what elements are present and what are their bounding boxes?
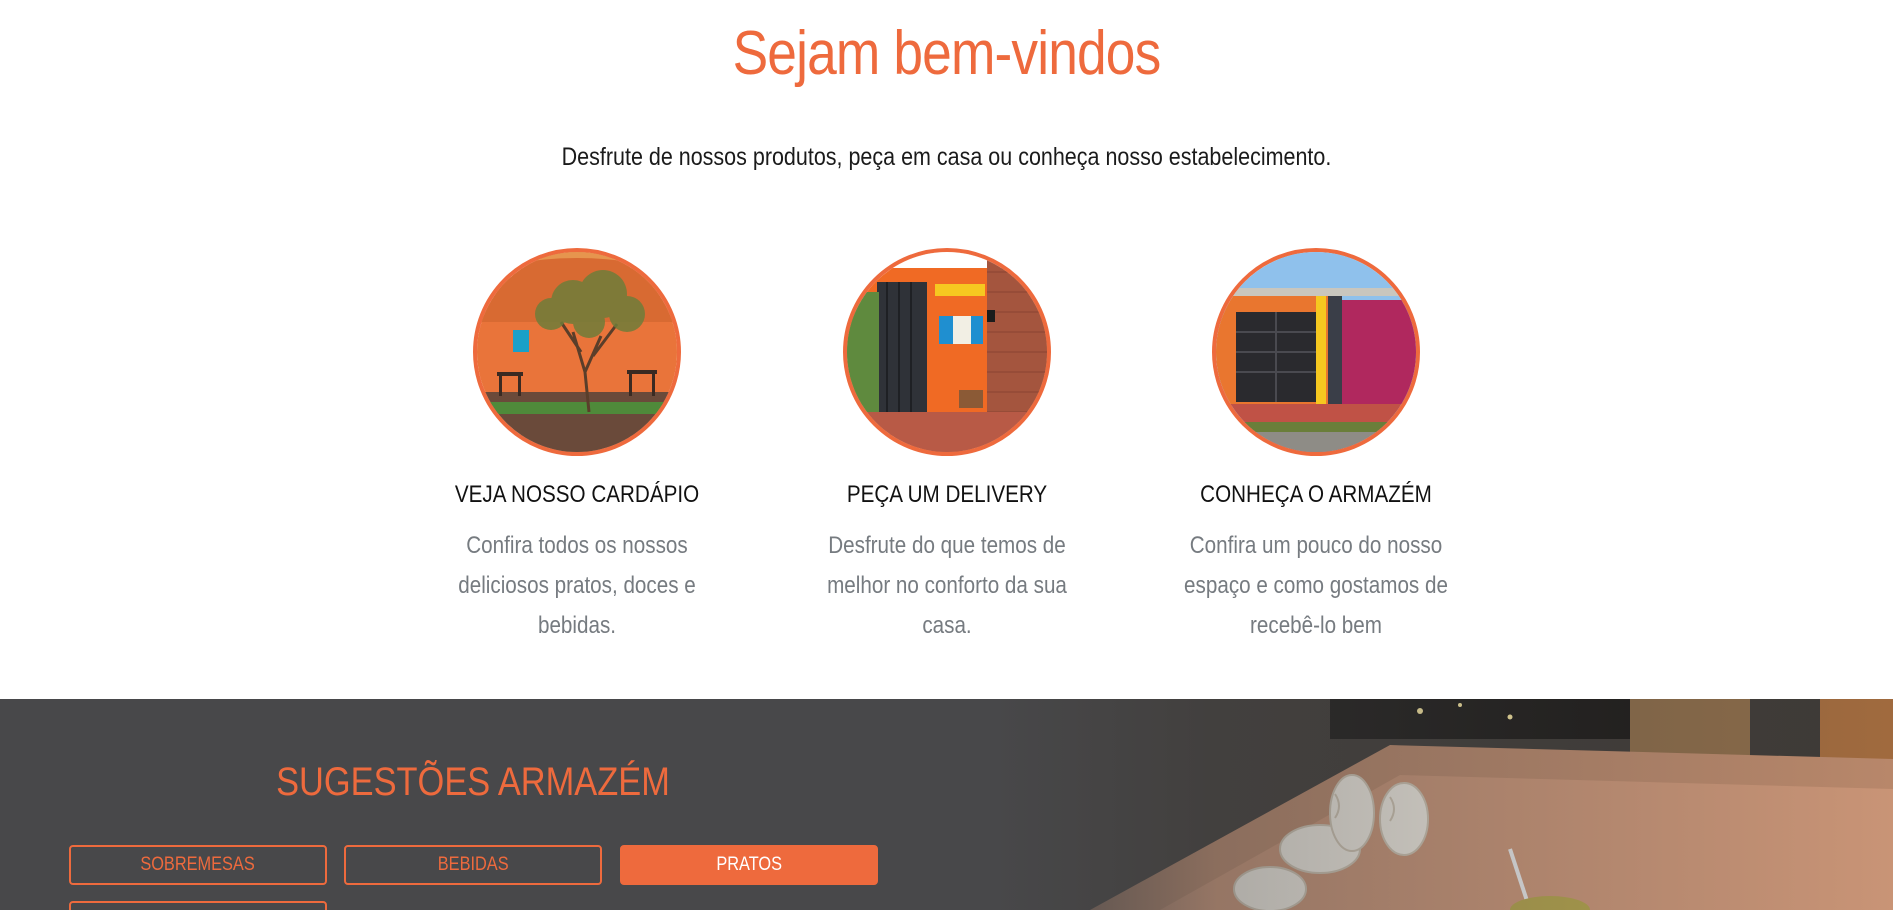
filter-label: BEBIDAS [437,854,509,875]
feature-store[interactable]: CONHEÇA O ARMAZÉM Confira um pouco do no… [1146,248,1486,646]
filter-label: SOBREMESAS [140,854,256,875]
feature-menu[interactable]: VEJA NOSSO CARDÁPIO Confira todos os nos… [407,248,747,646]
feature-description: Confira um pouco do nosso espaço e como … [1184,532,1448,639]
feature-title: PEÇA UM DELIVERY [846,481,1048,508]
feature-description: Confira todos os nossos deliciosos prato… [458,532,696,639]
welcome-subtitle: Desfrute de nossos produtos, peça em cas… [561,143,1332,171]
filter-pratos-button[interactable]: PRATOS [620,845,878,885]
feature-title: CONHEÇA O ARMAZÉM [1200,481,1432,508]
filter-sobremesas-button[interactable]: SOBREMESAS [69,845,327,885]
page: Sejam bem-vindos Desfrute de nossos prod… [0,0,1893,910]
suggestions-section: SUGESTÕES ARMAZÉM SOBREMESAS BEBIDAS PRA… [0,699,1893,910]
filter-label: PRATOS [716,854,782,875]
feature-delivery[interactable]: PEÇA UM DELIVERY Desfrute do que temos d… [777,248,1117,646]
delivery-window-photo[interactable] [843,248,1051,456]
suggestions-title: SUGESTÕES ARMAZÉM [276,760,670,804]
welcome-section: Sejam bem-vindos Desfrute de nossos prod… [0,0,1893,699]
storefront-photo[interactable] [1212,248,1420,456]
food-table-photo [990,699,1893,910]
filter-more-button[interactable] [69,901,327,910]
feature-title: VEJA NOSSO CARDÁPIO [454,481,700,508]
feature-description: Desfrute do que temos de melhor no confo… [827,532,1067,639]
restaurant-courtyard-photo[interactable] [473,248,681,456]
welcome-title: Sejam bem-vindos [732,19,1162,88]
filter-bebidas-button[interactable]: BEBIDAS [344,845,602,885]
